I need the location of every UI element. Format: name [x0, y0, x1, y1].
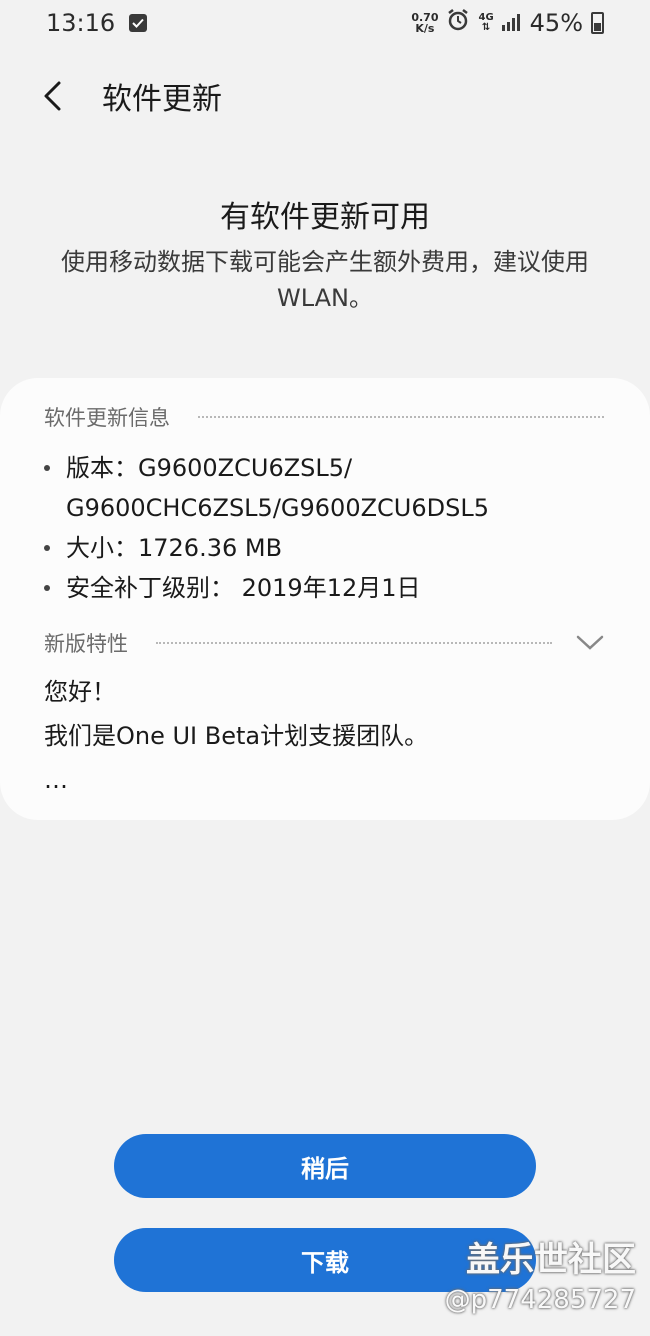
update-info-label: 软件更新信息	[44, 406, 170, 430]
whats-new-header[interactable]: 新版特性	[44, 628, 604, 658]
status-bar: 13:16 0.70 K/s 4G ⇅ 45%	[0, 0, 650, 46]
release-notes: 您好！ 我们是One UI Beta计划支援团队。 …	[44, 670, 620, 802]
security-patch-item: 安全补丁级别： 2019年12月1日	[44, 568, 620, 608]
watermark-name: 盖乐世社区	[466, 1240, 636, 1280]
dotted-divider	[156, 642, 552, 644]
status-time: 13:16	[46, 9, 116, 37]
checkbox-icon	[129, 14, 148, 32]
data-arrows-icon: ⇅	[481, 22, 491, 33]
back-arrow-icon	[44, 81, 61, 111]
update-available-title: 有软件更新可用	[220, 200, 430, 235]
release-notes-line: 我们是One UI Beta计划支援团队。	[44, 722, 429, 750]
app-header: 软件更新	[0, 64, 650, 128]
version-item: 版本：G9600ZCU6ZSL5/ G9600CHC6ZSL5/G9600ZCU…	[44, 448, 620, 528]
network-type: 4G ⇅	[478, 13, 493, 33]
dotted-divider	[198, 416, 604, 418]
battery-fill	[594, 22, 601, 31]
watermark: 盖乐世社区 @p774285727	[445, 1232, 636, 1315]
update-info-list: 版本：G9600ZCU6ZSL5/ G9600CHC6ZSL5/G9600ZCU…	[44, 448, 620, 608]
back-button[interactable]	[22, 66, 82, 126]
size-item: 大小：1726.36 MB	[44, 528, 620, 568]
release-notes-line: …	[44, 766, 68, 794]
signal-icon	[501, 9, 522, 37]
battery-icon	[591, 12, 604, 34]
status-left: 13:16	[46, 9, 148, 37]
status-right: 0.70 K/s 4G ⇅ 45%	[411, 8, 604, 38]
page-title: 软件更新	[102, 82, 222, 117]
alarm-icon	[446, 8, 470, 38]
update-info-card: 软件更新信息 版本：G9600ZCU6ZSL5/ G9600CHC6ZSL5/G…	[0, 378, 650, 820]
watermark-handle: @p774285727	[444, 1285, 636, 1315]
whats-new-label: 新版特性	[44, 632, 128, 656]
net-speed: 0.70 K/s	[411, 12, 438, 34]
data-charge-warning: 使用移动数据下载可能会产生额外费用，建议使用 WLAN。	[61, 248, 589, 312]
chevron-down-icon[interactable]	[576, 634, 604, 652]
software-update-screen: 13:16 0.70 K/s 4G ⇅ 45% 软件更新 有软件更新可用 使用移…	[0, 0, 650, 1336]
net-speed-unit: K/s	[415, 22, 435, 35]
later-button[interactable]: 稍后	[114, 1134, 536, 1198]
release-notes-line: 您好！	[44, 678, 116, 706]
battery-percent: 45%	[529, 9, 583, 37]
update-info-header: 软件更新信息	[44, 402, 604, 432]
